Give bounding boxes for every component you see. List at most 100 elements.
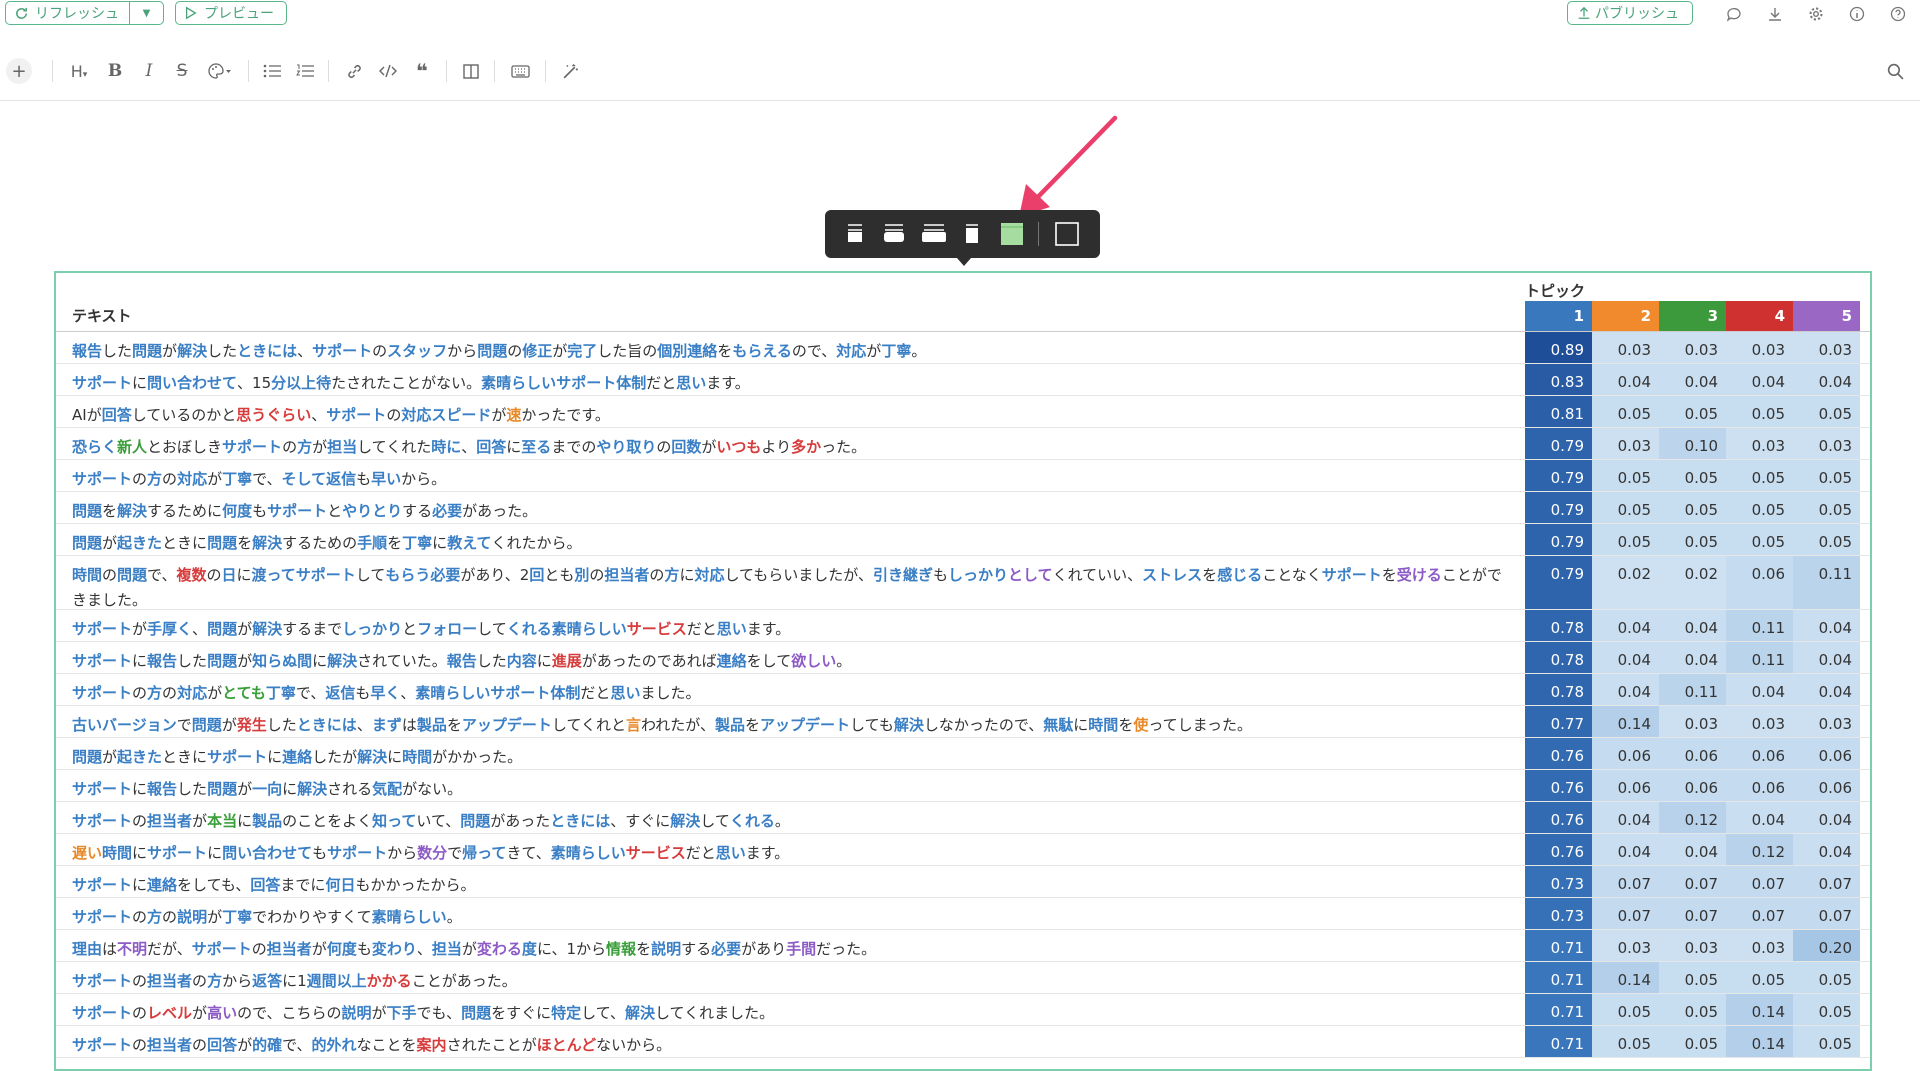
topic-2-value: 0.03	[1592, 930, 1659, 961]
color-button[interactable]	[205, 59, 235, 83]
table-row[interactable]: サポートの方の対応が丁寧で、そして返信も早いから。 0.79 0.05 0.05 0.0…	[56, 460, 1870, 492]
bullet-list-button[interactable]	[261, 59, 283, 83]
topic-1-value: 0.77	[1525, 706, 1592, 737]
topic-2-value: 0.04	[1592, 834, 1659, 865]
topic-3-value: 0.05	[1659, 396, 1726, 427]
palette-icon	[208, 63, 231, 79]
table-row[interactable]: サポートの方の説明が丁寧でわかりやすくて素晴らしい。 0.73 0.07 0.07 0.…	[56, 898, 1870, 930]
help-icon[interactable]	[1888, 4, 1908, 24]
table-row[interactable]: サポートの方の対応がとても丁寧で、返信も早く、素晴らしいサポート体制だと思いまし…	[56, 674, 1870, 706]
refresh-button[interactable]: リフレッシュ	[6, 2, 130, 24]
topic-header-4: 4	[1726, 301, 1793, 331]
refresh-dropdown-caret-icon[interactable]: ▼	[130, 8, 163, 19]
row-text: サポートに報告した問題が知らぬ間に解決されていた。報告した内容に進展があったので…	[72, 652, 852, 670]
width-option-5-selected-icon[interactable]	[1000, 222, 1024, 250]
quote-button[interactable]: ❝	[410, 59, 434, 83]
topic-2-value: 0.05	[1592, 1026, 1659, 1057]
table-row[interactable]: サポートの担当者の方から返答に1週間以上かかることがあった。 0.71 0.14 0.…	[56, 962, 1870, 994]
topic-3-value: 0.03	[1659, 706, 1726, 737]
table-row[interactable]: 問題が起きたときに問題を解決するための手順を丁寧に教えてくれたから。 0.79 0.…	[56, 524, 1870, 556]
topic-4-value: 0.04	[1726, 802, 1793, 833]
topic-1-value: 0.79	[1525, 460, 1592, 491]
comment-icon[interactable]	[1724, 4, 1744, 24]
row-text: 遅い時間にサポートに問い合わせてもサポートから数分で帰ってきて、素晴らしいサービ…	[72, 844, 790, 862]
topic-3-value: 0.06	[1659, 738, 1726, 769]
table-row[interactable]: サポートの担当者が本当に製品のことをよく知っていて、問題があったときには、すぐに…	[56, 802, 1870, 834]
bold-button[interactable]: B	[104, 59, 126, 83]
table-row[interactable]: 古いバージョンで問題が発生したときには、まずは製品をアップデートしてくれと言われ…	[56, 706, 1870, 738]
table-row[interactable]: サポートに連絡をしても、回答までに何日もかかったから。 0.73 0.07 0.07 0…	[56, 866, 1870, 898]
gear-icon[interactable]	[1806, 4, 1826, 24]
width-option-1-icon[interactable]	[845, 222, 865, 248]
topic-4-value: 0.04	[1726, 364, 1793, 395]
width-option-3-icon[interactable]	[921, 222, 947, 248]
row-text: 恐らく新人とおぼしきサポートの方が担当してくれた時に、回答に至るまでのやり取りの…	[72, 438, 867, 456]
topic-5-value: 0.05	[1793, 994, 1860, 1025]
strikethrough-button[interactable]: S	[171, 59, 193, 83]
width-option-4-icon[interactable]	[963, 222, 981, 248]
border-toggle-icon[interactable]	[1054, 222, 1080, 250]
topic-2-value: 0.07	[1592, 866, 1659, 897]
link-button[interactable]	[343, 59, 365, 83]
topic-1-value: 0.79	[1525, 556, 1592, 609]
columns-button[interactable]	[460, 59, 482, 83]
table-row[interactable]: 時間の問題で、複数の日に渡ってサポートしてもらう必要があり、2回とも別の担当者の…	[56, 556, 1870, 610]
download-icon[interactable]	[1765, 4, 1785, 24]
table-row[interactable]: サポートに報告した問題が知らぬ間に解決されていた。報告した内容に進展があったので…	[56, 642, 1870, 674]
table-row[interactable]: 理由は不明だが、サポートの担当者が何度も変わり、担当が変わる度に、1から情報を説…	[56, 930, 1870, 962]
topic-5-value: 0.03	[1793, 332, 1860, 363]
row-text: 問題が起きたときに問題を解決するための手順を丁寧に教えてくれたから。	[72, 534, 582, 552]
topic-header-5: 5	[1793, 301, 1860, 331]
heading-button[interactable]: H▾	[66, 59, 92, 83]
table-row[interactable]: サポートが手厚く、問題が解決するまでしっかりとフォローしてくれる素晴らしいサービ…	[56, 610, 1870, 642]
table-row[interactable]: サポートの担当者の回答が的確で、的外れなことを案内されたことがほとんどないから。…	[56, 1026, 1870, 1058]
topic-5-value: 0.06	[1793, 770, 1860, 801]
topic-3-value: 0.10	[1659, 428, 1726, 459]
row-text: サポートの担当者の方から返答に1週間以上かかることがあった。	[72, 972, 517, 990]
topic-2-value: 0.05	[1592, 492, 1659, 523]
table-row[interactable]: 遅い時間にサポートに問い合わせてもサポートから数分で帰ってきて、素晴らしいサービ…	[56, 834, 1870, 866]
topic-5-value: 0.05	[1793, 962, 1860, 993]
table-row[interactable]: 問題が起きたときにサポートに連絡したが解決に時間がかかった。 0.76 0.06 0.…	[56, 738, 1870, 770]
refresh-button-group[interactable]: リフレッシュ ▼	[5, 1, 164, 25]
topic-table[interactable]: テキスト トピック 12345 報告した問題が解決したときには、サポートのスタッ…	[54, 271, 1872, 1071]
keyboard-button[interactable]	[508, 59, 532, 83]
table-row[interactable]: AIが回答しているのかと思うぐらい、サポートの対応スピードが速かったです。 0.8…	[56, 396, 1870, 428]
topic-3-value: 0.04	[1659, 642, 1726, 673]
code-button[interactable]	[376, 59, 400, 83]
topic-2-value: 0.03	[1592, 428, 1659, 459]
topic-4-value: 0.05	[1726, 962, 1793, 993]
toolbar-divider	[52, 60, 53, 82]
topic-5-value: 0.20	[1793, 930, 1860, 961]
publish-button[interactable]: パブリッシュ	[1567, 1, 1693, 25]
topic-2-value: 0.14	[1592, 706, 1659, 737]
magic-button[interactable]	[558, 59, 582, 83]
search-button[interactable]	[1883, 59, 1907, 83]
info-icon[interactable]	[1847, 4, 1867, 24]
topic-4-value: 0.05	[1726, 492, 1793, 523]
table-row[interactable]: サポートに問い合わせて、15分以上待たされたことがない。素晴らしいサポート体制だ…	[56, 364, 1870, 396]
heading-icon: H▾	[70, 61, 88, 81]
editor-toolbar: + H▾ B I S ❝	[0, 50, 1920, 101]
link-icon	[347, 64, 361, 78]
topic-1-value: 0.76	[1525, 770, 1592, 801]
preview-button[interactable]: プレビュー	[175, 1, 287, 25]
topic-2-value: 0.05	[1592, 396, 1659, 427]
width-option-2-icon[interactable]	[882, 222, 906, 248]
table-row[interactable]: 問題を解決するために何度もサポートとやりとりする必要があった。 0.79 0.05 0…	[56, 492, 1870, 524]
toolbar-divider	[248, 60, 249, 82]
topic-column-header: トピック	[1525, 282, 1586, 300]
add-block-button[interactable]: +	[6, 58, 32, 84]
topic-2-value: 0.05	[1592, 460, 1659, 491]
upload-icon	[1578, 6, 1590, 19]
table-row[interactable]: サポートのレベルが高いので、こちらの説明が下手でも、問題をすぐに特定して、解決し…	[56, 994, 1870, 1026]
numbered-list-button[interactable]	[294, 59, 316, 83]
publish-label: パブリッシュ	[1595, 6, 1679, 22]
row-text: 古いバージョンで問題が発生したときには、まずは製品をアップデートしてくれと言われ…	[72, 716, 1252, 734]
table-row[interactable]: 報告した問題が解決したときには、サポートのスタッフから問題の修正が完了した旨の個…	[56, 332, 1870, 364]
columns-icon	[463, 63, 479, 79]
italic-button[interactable]: I	[138, 59, 160, 83]
table-row[interactable]: 恐らく新人とおぼしきサポートの方が担当してくれた時に、回答に至るまでのやり取りの…	[56, 428, 1870, 460]
topic-1-value: 0.79	[1525, 428, 1592, 459]
table-row[interactable]: サポートに報告した問題が一向に解決される気配がない。 0.76 0.06 0.06 0.…	[56, 770, 1870, 802]
